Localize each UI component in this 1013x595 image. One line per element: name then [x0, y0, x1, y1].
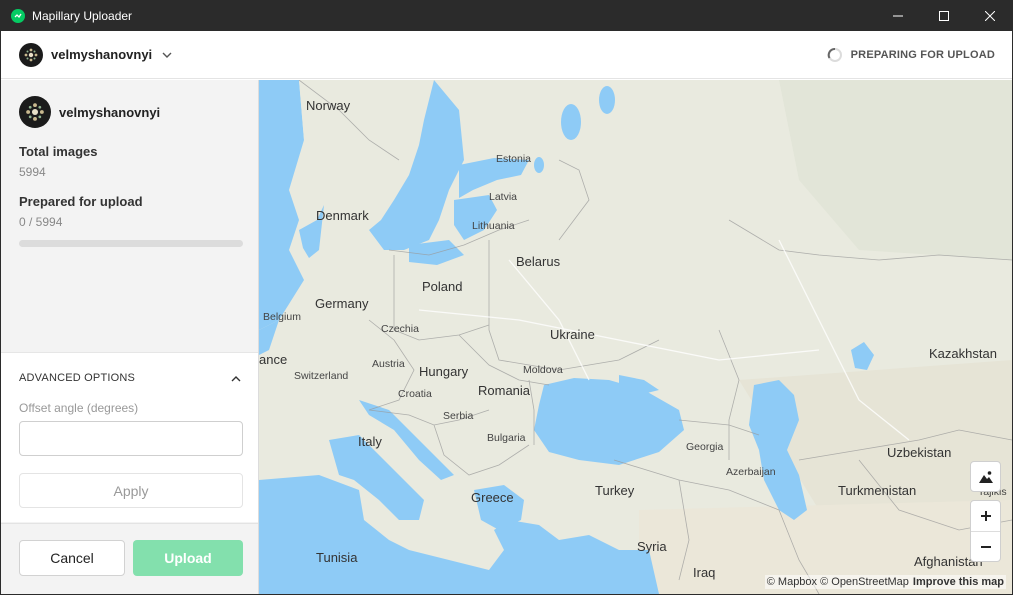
advanced-options-toggle[interactable]: ADVANCED OPTIONS	[19, 369, 241, 387]
chevron-down-icon[interactable]	[162, 52, 172, 58]
map-label-ukraine: Ukraine	[550, 327, 595, 342]
map-label-turkmenistan: Turkmenistan	[838, 483, 917, 498]
map-label-france: ance	[259, 352, 288, 367]
app-header: velmyshanovnyi PREPARING FOR UPLOAD	[1, 31, 1012, 79]
map-label-georgia: Georgia	[686, 441, 724, 453]
status-text: PREPARING FOR UPLOAD	[850, 49, 995, 61]
plus-icon	[980, 511, 991, 521]
prepared-label: Prepared for upload	[19, 194, 143, 209]
map-view[interactable]: Norway Estonia Latvia Lithuania Denmark …	[259, 80, 1012, 594]
zoom-out-button[interactable]	[971, 531, 1000, 561]
map-label-belarus: Belarus	[516, 254, 561, 269]
total-images-value: 5994	[19, 165, 46, 179]
map-label-belgium: Belgium	[263, 311, 301, 323]
map-label-kazakhstan: Kazakhstan	[929, 346, 997, 361]
upload-button[interactable]: Upload	[133, 540, 243, 576]
map-label-croatia: Croatia	[398, 388, 432, 400]
chevron-up-icon[interactable]	[231, 369, 241, 387]
image-mountains-icon	[978, 470, 993, 483]
sidebar-footer: Cancel Upload	[1, 523, 258, 594]
map-label-czechia: Czechia	[381, 323, 419, 335]
map-label-lithuania: Lithuania	[472, 220, 515, 232]
offset-angle-input[interactable]	[19, 421, 243, 456]
map-label-iraq: Iraq	[693, 565, 716, 580]
offset-angle-label: Offset angle (degrees)	[19, 401, 139, 415]
map-label-moldova: Moldova	[523, 364, 563, 376]
map-attribution: © Mapbox © OpenStreetMap Improve this map	[764, 575, 1006, 589]
zoom-in-button[interactable]	[971, 501, 1000, 531]
map-label-greece: Greece	[471, 490, 514, 505]
zoom-controls	[970, 500, 1001, 562]
title-bar: Mapillary Uploader	[0, 0, 1013, 31]
sidebar: velmyshanovnyi Total images 5994 Prepare…	[1, 80, 259, 594]
header-username[interactable]: velmyshanovnyi	[51, 47, 152, 62]
apply-button[interactable]: Apply	[19, 473, 243, 508]
total-images-label: Total images	[19, 144, 98, 159]
map-label-syria: Syria	[637, 539, 667, 554]
mapillary-logo-icon	[11, 8, 25, 23]
improve-map-link[interactable]: Improve this map	[913, 576, 1004, 588]
map-label-poland: Poland	[422, 279, 463, 294]
minimize-icon	[893, 15, 903, 16]
sidebar-username: velmyshanovnyi	[59, 104, 161, 120]
avatar-pattern-icon	[24, 48, 38, 61]
map-label-germany: Germany	[315, 296, 369, 311]
map-label-denmark: Denmark	[316, 208, 369, 223]
sidebar-user: velmyshanovnyi	[19, 96, 160, 128]
map-style-button[interactable]	[970, 461, 1001, 492]
minus-icon	[980, 545, 991, 548]
map-label-serbia: Serbia	[443, 410, 474, 422]
avatar-pattern-icon	[26, 103, 44, 121]
map-label-latvia: Latvia	[489, 191, 518, 203]
map-label-uzbekistan: Uzbekistan	[887, 445, 952, 460]
map-label-norway: Norway	[306, 98, 351, 113]
map-label-bulgaria: Bulgaria	[487, 432, 526, 444]
close-button[interactable]	[967, 0, 1013, 31]
map-base	[259, 80, 1012, 594]
map-label-estonia: Estonia	[496, 153, 532, 165]
minimize-button[interactable]	[875, 0, 921, 31]
map-label-switzerland: Switzerland	[294, 370, 349, 382]
map-label-romania: Romania	[478, 383, 531, 398]
maximize-icon	[939, 10, 949, 21]
window-title: Mapillary Uploader	[32, 8, 133, 23]
avatar	[19, 96, 51, 128]
prepare-progress-bar	[19, 240, 243, 247]
map-label-austria: Austria	[372, 358, 405, 370]
advanced-options-title: ADVANCED OPTIONS	[19, 372, 136, 384]
map-label-azerbaijan: Azerbaijan	[726, 466, 776, 478]
close-icon	[985, 10, 995, 21]
prepared-value: 0 / 5994	[19, 215, 63, 229]
maximize-button[interactable]	[921, 0, 967, 31]
attribution-text[interactable]: © Mapbox © OpenStreetMap	[767, 576, 909, 588]
upload-status: PREPARING FOR UPLOAD	[827, 31, 995, 79]
map-label-italy: Italy	[358, 434, 382, 449]
avatar[interactable]	[19, 42, 43, 67]
map-label-hungary: Hungary	[419, 364, 469, 379]
cancel-button[interactable]: Cancel	[19, 540, 125, 576]
spinner-icon	[827, 48, 842, 62]
advanced-options-panel: ADVANCED OPTIONS Offset angle (degrees) …	[1, 352, 258, 522]
map-label-turkey: Turkey	[595, 483, 635, 498]
map-label-tunisia: Tunisia	[316, 550, 358, 565]
